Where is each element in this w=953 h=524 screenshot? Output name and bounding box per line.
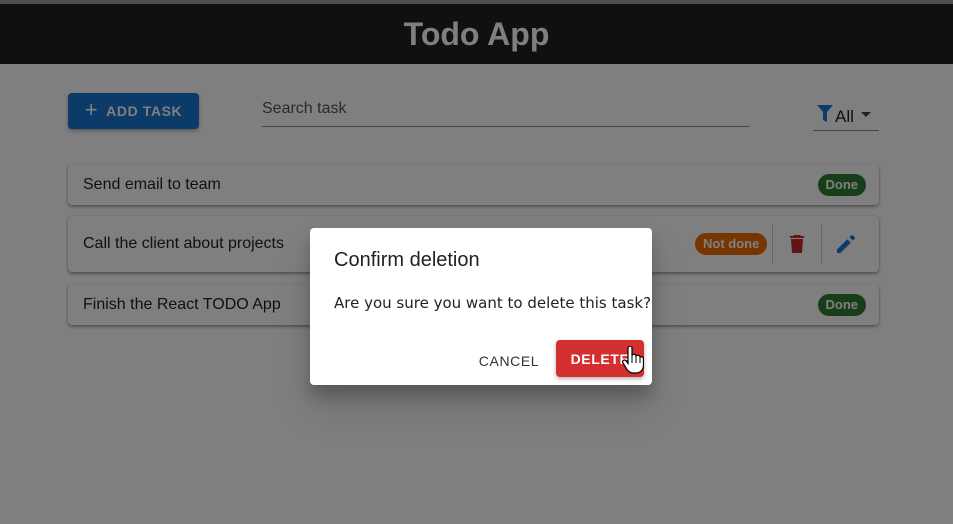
dialog-message: Are you sure you want to delete this tas…: [334, 294, 652, 312]
cancel-button[interactable]: CANCEL: [472, 347, 546, 375]
dialog-title: Confirm deletion: [334, 249, 480, 271]
confirm-delete-dialog: Confirm deletion Are you sure you want t…: [310, 228, 652, 385]
hand-cursor-icon: [622, 345, 645, 379]
